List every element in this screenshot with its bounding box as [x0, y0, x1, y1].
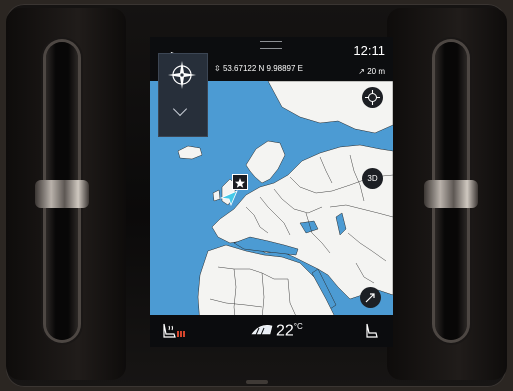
altitude-readout: ↗ 20 m — [358, 67, 385, 76]
gps-arrows-icon: ⇳ — [214, 64, 221, 73]
view-3d-button[interactable]: 3D — [362, 168, 383, 189]
temperature-unit: °C — [293, 322, 303, 331]
defrost-icon[interactable] — [250, 323, 274, 337]
top-drawer-handle[interactable] — [260, 41, 282, 49]
destination-marker[interactable] — [232, 174, 248, 190]
bezel-bottom-notch — [246, 380, 268, 384]
climate-bar: 22°C — [150, 315, 393, 347]
right-vent-knob[interactable] — [424, 180, 478, 208]
seat-icon[interactable] — [362, 322, 380, 340]
seat-heat-icon[interactable] — [160, 322, 186, 340]
compass-panel[interactable] — [158, 53, 208, 137]
temperature-value: 22 — [276, 322, 294, 340]
star-icon — [235, 178, 245, 188]
coordinates-readout: ⇳ 53.67122 N 9.98897 E — [214, 64, 303, 73]
cabin-temperature[interactable]: 22°C — [276, 322, 303, 340]
infotainment-screen: 12:11 ⇳ 53.67122 N 9.98897 E ↗ 20 m 3D 2… — [150, 37, 393, 347]
chevron-down-icon[interactable] — [172, 101, 188, 117]
left-vent-knob[interactable] — [35, 180, 89, 208]
clock: 12:11 — [353, 43, 385, 58]
route-icon — [365, 293, 375, 303]
vehicle-arrow-icon — [220, 190, 238, 206]
altitude-icon: ↗ — [358, 67, 365, 76]
recenter-button[interactable] — [362, 87, 383, 108]
compass-icon[interactable] — [167, 60, 197, 90]
crosshair-icon — [365, 90, 380, 105]
route-overview-button[interactable] — [360, 287, 381, 308]
coordinates-text: 53.67122 N 9.98897 E — [222, 64, 304, 73]
altitude-text: 20 m — [367, 67, 385, 76]
